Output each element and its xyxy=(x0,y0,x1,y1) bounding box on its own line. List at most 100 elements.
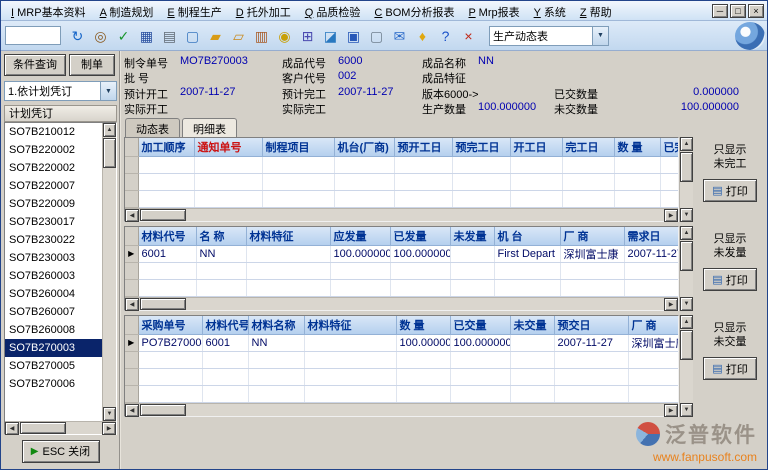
view-select[interactable]: 生产动态表 ▼ xyxy=(489,26,609,46)
tab-detail-view[interactable]: 明细表 xyxy=(182,118,237,137)
scrollbar-thumb[interactable] xyxy=(680,241,693,271)
scroll-right-button[interactable]: ▶ xyxy=(664,209,678,222)
order-list-item[interactable]: SO7B220009 xyxy=(5,195,102,213)
only-unissued-filter[interactable]: 只显示 未发量 xyxy=(714,232,747,260)
order-list-item[interactable]: SO7B220002 xyxy=(5,141,102,159)
column-header[interactable]: 厂 商 xyxy=(628,316,678,334)
grid-row[interactable] xyxy=(125,173,678,190)
column-header[interactable]: 已交量 xyxy=(450,316,510,334)
material-grid-horizontal-scrollbar[interactable]: ◀▶ xyxy=(125,297,678,310)
scrollbar-track[interactable] xyxy=(67,422,102,434)
column-header[interactable]: 预完工日 xyxy=(452,138,510,156)
document-icon[interactable]: ▢ xyxy=(365,24,388,48)
folder-icon[interactable]: ▰ xyxy=(204,24,227,48)
order-list-item[interactable]: SO7B270005 xyxy=(5,357,102,375)
scrollbar-track[interactable] xyxy=(187,209,664,221)
menu-item[interactable]: I MRP基本资料 xyxy=(4,1,93,20)
column-header[interactable]: 数 量 xyxy=(614,138,660,156)
column-header[interactable]: 材料特征 xyxy=(246,227,330,245)
order-list-item[interactable]: SO7B260004 xyxy=(5,285,102,303)
order-list-item[interactable]: SO7B230017 xyxy=(5,213,102,231)
toolbar-input[interactable] xyxy=(5,26,61,45)
close-button[interactable]: × xyxy=(748,4,764,18)
exit-icon[interactable]: × xyxy=(457,24,480,48)
help-icon[interactable]: ? xyxy=(434,24,457,48)
process-grid-vertical-scrollbar[interactable]: ▲▼ xyxy=(679,137,693,222)
make-order-button[interactable]: 制单 xyxy=(69,54,115,76)
calculator-icon[interactable]: ⊞ xyxy=(296,24,319,48)
minimize-button[interactable]: ─ xyxy=(712,4,728,18)
order-list-item[interactable]: SO7B270006 xyxy=(5,375,102,393)
preview-icon[interactable]: ▢ xyxy=(181,24,204,48)
column-header[interactable]: 预交日 xyxy=(554,316,628,334)
bell-icon[interactable]: ♦ xyxy=(411,24,434,48)
scroll-left-button[interactable]: ◀ xyxy=(125,298,139,311)
mail-icon[interactable]: ✉ xyxy=(388,24,411,48)
condition-query-button[interactable]: 条件查询 xyxy=(4,54,66,76)
scrollbar-thumb[interactable] xyxy=(103,138,116,168)
scroll-right-button[interactable]: ▶ xyxy=(102,422,116,435)
print-purchase-button[interactable]: ▤ 打印 xyxy=(703,357,757,380)
scrollbar-thumb[interactable] xyxy=(140,209,186,221)
print-icon[interactable]: ▤ xyxy=(158,24,181,48)
column-header[interactable]: 制程项目 xyxy=(262,138,334,156)
scroll-down-button[interactable]: ▼ xyxy=(103,407,116,421)
material-grid-vertical-scrollbar[interactable]: ▲▼ xyxy=(679,226,693,311)
scrollbar-thumb[interactable] xyxy=(680,152,693,182)
scrollbar-thumb[interactable] xyxy=(140,298,186,310)
menu-item[interactable]: Z 帮助 xyxy=(573,1,619,20)
scroll-up-button[interactable]: ▲ xyxy=(103,123,116,137)
menu-item[interactable]: Q 品质检验 xyxy=(298,1,368,20)
scroll-up-button[interactable]: ▲ xyxy=(680,226,693,240)
scroll-up-button[interactable]: ▲ xyxy=(680,137,693,151)
column-header[interactable]: 机台(厂商) xyxy=(334,138,394,156)
menu-item[interactable]: Y 系统 xyxy=(527,1,573,20)
menu-item[interactable]: C BOM分析报表 xyxy=(367,1,461,20)
column-header[interactable]: 未发量 xyxy=(450,227,494,245)
order-filter-select[interactable]: 1.依计划凭订 ▼ xyxy=(4,81,117,101)
maximize-button[interactable]: □ xyxy=(730,4,746,18)
column-header[interactable]: 厂 商 xyxy=(560,227,624,245)
grid-row[interactable] xyxy=(125,385,678,402)
coins-icon[interactable]: ◉ xyxy=(273,24,296,48)
print-material-button[interactable]: ▤ 打印 xyxy=(703,268,757,291)
scrollbar-track[interactable] xyxy=(103,168,116,407)
order-list-item[interactable]: SO7B220007 xyxy=(5,177,102,195)
order-list-item[interactable]: SO7B260008 xyxy=(5,321,102,339)
grid-row[interactable]: ▶6001NN100.000000100.000000First Depart深… xyxy=(125,245,678,262)
grid-row[interactable] xyxy=(125,190,678,207)
only-unfinished-filter[interactable]: 只显示 未完工 xyxy=(714,143,747,171)
chevron-down-icon[interactable]: ▼ xyxy=(100,82,116,100)
column-header[interactable]: 材料代号 xyxy=(202,316,248,334)
scrollbar-track[interactable] xyxy=(680,360,693,403)
clipboard-icon[interactable]: ▥ xyxy=(250,24,273,48)
scrollbar-thumb[interactable] xyxy=(20,422,66,434)
scroll-right-button[interactable]: ▶ xyxy=(664,404,678,417)
scrollbar-track[interactable] xyxy=(680,271,693,297)
scrollbar-thumb[interactable] xyxy=(140,404,186,416)
column-header[interactable]: 机 台 xyxy=(494,227,560,245)
purchase-grid-vertical-scrollbar[interactable]: ▲▼ xyxy=(679,315,693,417)
order-list-item[interactable]: SO7B230003 xyxy=(5,249,102,267)
esc-close-button[interactable]: ▶ ESC 关闭 xyxy=(22,440,100,463)
column-header[interactable]: 开工日 xyxy=(510,138,562,156)
column-header[interactable]: 未交量 xyxy=(510,316,554,334)
column-header[interactable]: 名 称 xyxy=(196,227,246,245)
order-list-item[interactable]: SO7B220002 xyxy=(5,159,102,177)
order-list-item[interactable]: SO7B210012 xyxy=(5,123,102,141)
scroll-left-button[interactable]: ◀ xyxy=(125,209,139,222)
only-undelivered-filter[interactable]: 只显示 未交量 xyxy=(714,321,747,349)
scroll-down-button[interactable]: ▼ xyxy=(680,208,693,222)
column-header[interactable]: 通知单号 xyxy=(194,138,262,156)
column-header[interactable]: 完工日 xyxy=(562,138,614,156)
refresh-icon[interactable]: ↻ xyxy=(66,24,89,48)
scroll-right-button[interactable]: ▶ xyxy=(664,298,678,311)
column-header[interactable]: 材料特征 xyxy=(304,316,396,334)
scroll-left-button[interactable]: ◀ xyxy=(5,422,19,435)
chevron-down-icon[interactable]: ▼ xyxy=(592,27,608,45)
grid-row[interactable] xyxy=(125,368,678,385)
scroll-down-button[interactable]: ▼ xyxy=(680,403,693,417)
column-header[interactable]: 应发量 xyxy=(330,227,390,245)
column-header[interactable]: 材料代号 xyxy=(138,227,196,245)
tab-dynamic-view[interactable]: 动态表 xyxy=(125,118,180,137)
